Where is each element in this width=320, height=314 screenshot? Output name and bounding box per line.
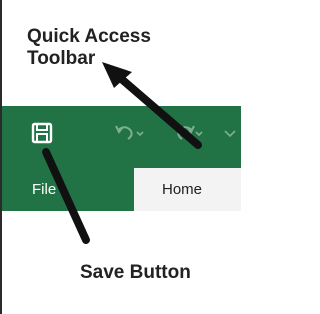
callout-line-2: Toolbar <box>27 48 96 69</box>
tab-home-label: Home <box>162 181 203 198</box>
callout-line-1: Quick Access <box>27 26 151 47</box>
redo-icon <box>177 125 203 140</box>
undo-icon <box>115 125 144 140</box>
undo-button[interactable] <box>114 124 144 142</box>
tab-file[interactable]: File <box>32 178 56 202</box>
save-icon <box>31 122 53 144</box>
save-button[interactable] <box>30 121 54 145</box>
quick-access-toolbar-callout: Quick Access Toolbar <box>27 26 237 70</box>
redo-button[interactable] <box>174 124 204 142</box>
customize-toolbar-button[interactable] <box>222 126 241 140</box>
save-button-callout: Save Button <box>80 262 191 283</box>
customize-dropdown-icon <box>224 130 236 138</box>
